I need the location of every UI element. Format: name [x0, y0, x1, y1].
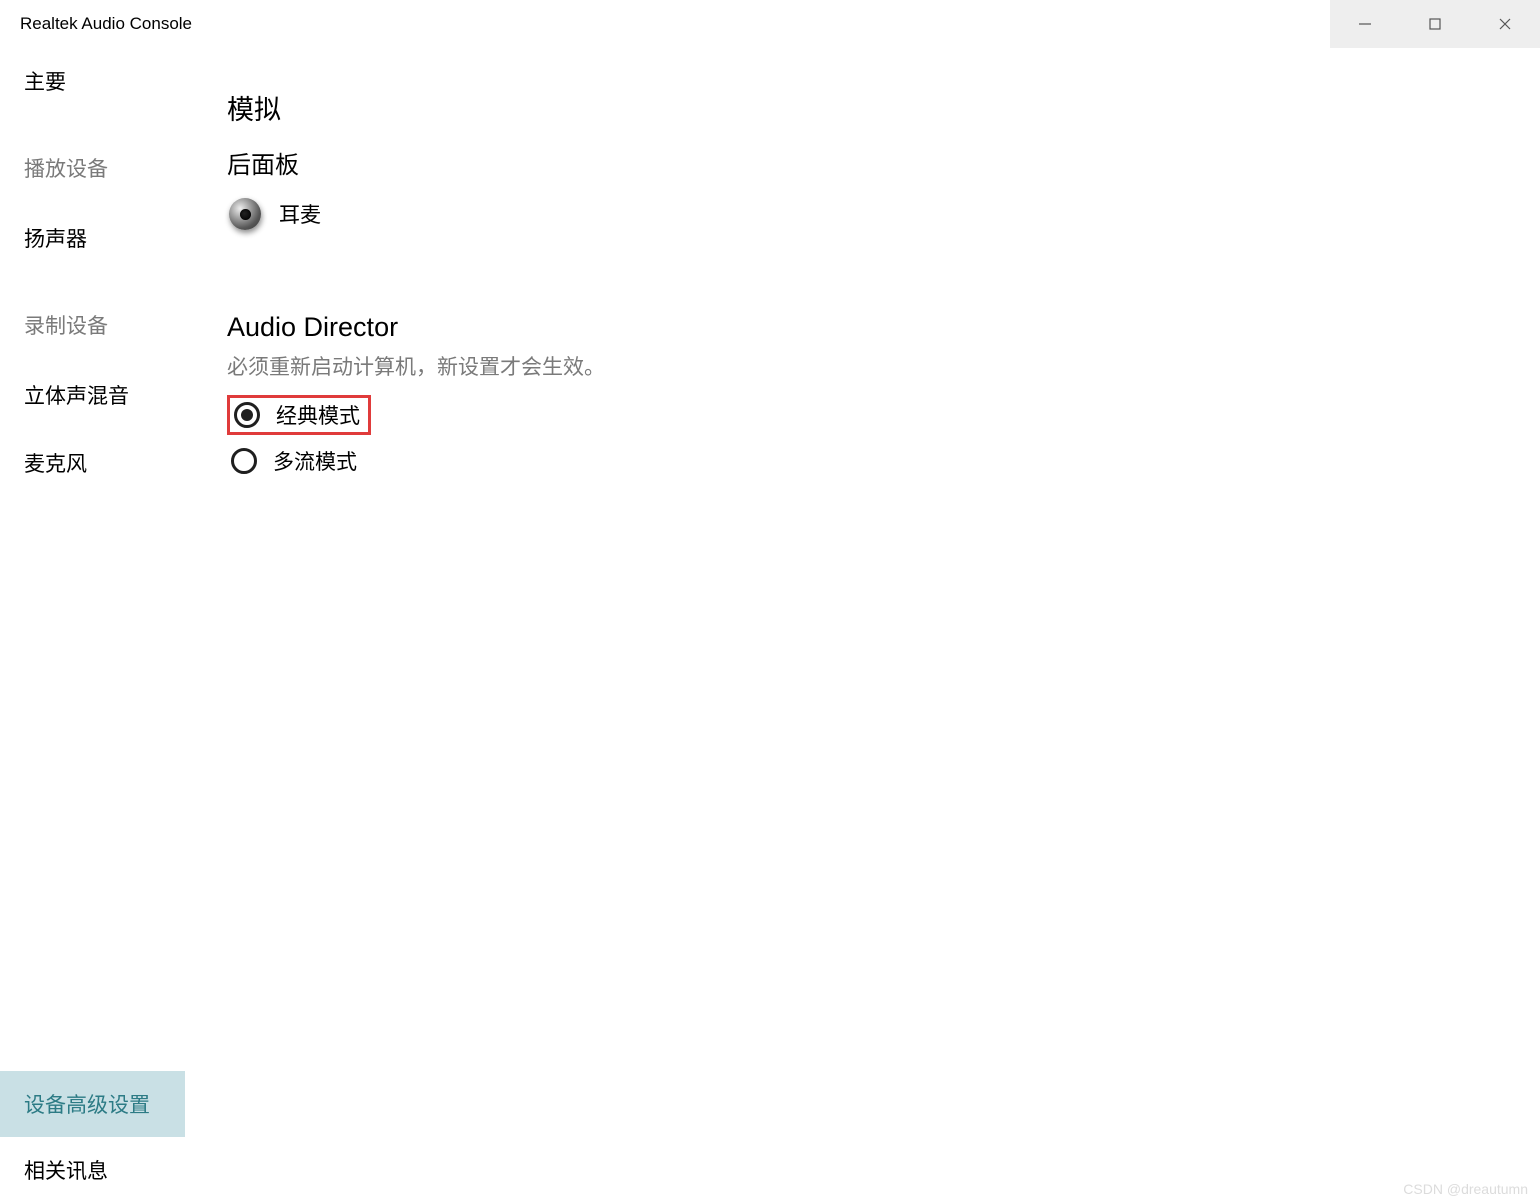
audio-director-section: Audio Director 必须重新启动计算机，新设置才会生效。 经典模式 多… — [227, 312, 1540, 481]
sidebar: 主要 播放设备 扬声器 录制设备 立体声混音 麦克风 设备高级设置 相关讯息 — [0, 48, 217, 1203]
close-icon — [1497, 16, 1513, 32]
radio-label-classic: 经典模式 — [276, 400, 360, 430]
radio-button-icon — [231, 448, 257, 474]
sidebar-bottom: 设备高级设置 相关讯息 — [0, 1071, 217, 1203]
radio-classic-mode[interactable]: 经典模式 — [227, 395, 371, 435]
window-controls — [1330, 0, 1540, 48]
sidebar-item-related-info[interactable]: 相关讯息 — [0, 1137, 217, 1203]
audio-director-note: 必须重新启动计算机，新设置才会生效。 — [227, 351, 1540, 381]
sidebar-section-playback: 播放设备 — [24, 153, 217, 183]
device-label-headset: 耳麦 — [279, 199, 321, 229]
audio-director-heading: Audio Director — [227, 312, 1540, 343]
sidebar-item-stereo-mix[interactable]: 立体声混音 — [24, 380, 217, 410]
radio-dot-icon — [241, 409, 253, 421]
audio-jack-icon — [227, 196, 263, 232]
maximize-icon — [1427, 16, 1443, 32]
minimize-icon — [1357, 16, 1373, 32]
close-button[interactable] — [1470, 0, 1540, 48]
window-title: Realtek Audio Console — [20, 14, 192, 34]
radio-label-multistream: 多流模式 — [273, 446, 357, 476]
analog-heading: 模拟 — [227, 88, 1540, 127]
titlebar: Realtek Audio Console — [0, 0, 1540, 48]
sidebar-item-microphone[interactable]: 麦克风 — [24, 448, 217, 478]
minimize-button[interactable] — [1330, 0, 1400, 48]
device-row-headset[interactable]: 耳麦 — [227, 196, 1540, 232]
sidebar-item-advanced-settings[interactable]: 设备高级设置 — [0, 1071, 185, 1137]
radio-button-icon — [234, 402, 260, 428]
content-area: 模拟 后面板 耳麦 Audio Director 必须重新启动计算机，新设置才会… — [217, 48, 1540, 1203]
maximize-button[interactable] — [1400, 0, 1470, 48]
sidebar-item-main[interactable]: 主要 — [24, 66, 217, 96]
rear-panel-heading: 后面板 — [227, 145, 1540, 180]
sidebar-item-speakers[interactable]: 扬声器 — [24, 223, 217, 253]
app-body: 主要 播放设备 扬声器 录制设备 立体声混音 麦克风 设备高级设置 相关讯息 模… — [0, 48, 1540, 1203]
radio-multistream-mode[interactable]: 多流模式 — [227, 441, 365, 481]
sidebar-section-recording: 录制设备 — [24, 310, 217, 340]
